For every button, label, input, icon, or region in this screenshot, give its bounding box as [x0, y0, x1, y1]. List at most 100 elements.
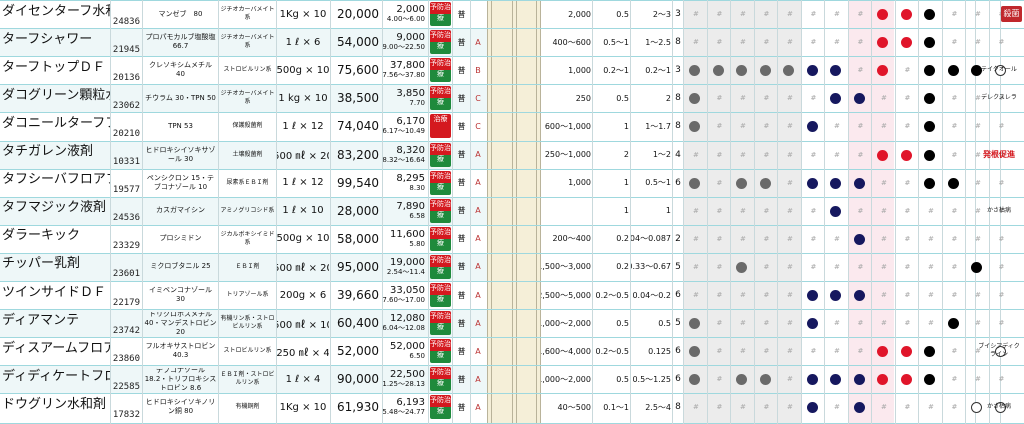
empty-mark: #	[928, 291, 934, 299]
active-ingredient: プロシミドン	[159, 234, 202, 243]
unit-price: 37,800 7.56～37.80	[383, 58, 425, 82]
empty-mark: #	[951, 234, 958, 243]
efficacy-dot-red	[900, 374, 912, 386]
empty-mark: #	[693, 10, 699, 18]
rac-code: A	[475, 178, 481, 188]
product-code: 20136	[112, 72, 140, 83]
unit-price-range: 6.17～10.49	[383, 127, 425, 136]
efficacy-dot-gray	[689, 177, 700, 189]
empty-mark: #	[975, 122, 981, 131]
empty-mark: #	[951, 122, 958, 131]
empty-mark: #	[787, 403, 793, 412]
unit-price-range: 7.56～37.80	[383, 71, 425, 80]
empty-mark: #	[998, 291, 1005, 299]
use-count: 5	[675, 261, 681, 272]
product-name: ダコグリーン顆粒水和剤	[2, 87, 110, 102]
active-ingredient: テブコナゾール 18.2・トリフロキシストロビン 8.6	[144, 368, 217, 391]
rac-code	[471, 6, 485, 22]
concentration: 0.5	[616, 374, 629, 384]
concentration: 0.2～0.5	[595, 346, 629, 356]
dilution: 0.5～1	[645, 178, 671, 188]
empty-mark: #	[975, 10, 981, 18]
unit-price: 3,850 7.70	[383, 86, 425, 110]
effect-badge: 予防治療	[430, 254, 451, 279]
product-code: 22179	[112, 297, 140, 308]
spray-amount: 600～1,000	[544, 121, 591, 131]
empty-mark: #	[716, 347, 723, 356]
empty-mark: #	[951, 291, 958, 299]
toxicity-class: 普	[457, 37, 466, 47]
product-code: 22585	[112, 381, 140, 392]
efficacy-dot-navy	[806, 290, 818, 301]
empty-mark: #	[787, 150, 793, 159]
product-name: タチガレン液剤	[2, 144, 94, 158]
dilution: 2.5～4	[645, 402, 671, 412]
unit-price: 2,000 4.00～6.00	[383, 2, 425, 26]
unit-price-range: 7.60～17.00	[383, 296, 425, 304]
package-size: 1 ℓ × 4	[285, 373, 321, 385]
empty-mark: #	[975, 234, 981, 243]
case-price: 95,000	[337, 259, 379, 274]
package-size: 1 ℓ × 10	[282, 205, 324, 217]
empty-mark: #	[740, 206, 746, 215]
case-price: 74,040	[337, 119, 379, 134]
unit-price-range: 8.30	[409, 183, 425, 192]
empty-mark: #	[763, 262, 770, 271]
toxicity-class: 普	[457, 9, 466, 19]
empty-mark: #	[881, 122, 887, 131]
product-code: 17832	[112, 409, 140, 420]
empty-mark: #	[763, 94, 770, 103]
empty-mark: #	[881, 178, 887, 187]
empty-mark: #	[716, 150, 723, 159]
concentration: 0.5	[616, 9, 629, 19]
empty-mark: #	[881, 262, 887, 271]
empty-mark: #	[693, 206, 699, 215]
dilution: 0.33～0.67	[631, 262, 671, 272]
empty-mark: #	[810, 234, 817, 243]
empty-mark: #	[998, 234, 1005, 243]
empty-mark: #	[763, 122, 770, 131]
package-size: 500g × 10	[277, 64, 329, 76]
spray-amount: 1,500～3,000	[541, 262, 591, 272]
product-name: ターフトップＤＦ	[2, 59, 106, 74]
package-size: 1 ℓ × 12	[282, 120, 324, 132]
empty-mark: #	[693, 234, 699, 243]
empty-mark: #	[716, 94, 723, 103]
empty-mark: #	[998, 38, 1005, 47]
rac-code: A	[475, 402, 481, 412]
rac-code: A	[475, 318, 481, 328]
product-name: チッパー乳剤	[2, 256, 81, 270]
unit-price: 12,080 6.04～12.08	[383, 311, 425, 335]
product-name: ダイセンターフ水和剤	[2, 3, 110, 18]
unit-price-value: 37,800	[390, 60, 425, 72]
efficacy-dot-black	[947, 65, 959, 77]
empty-mark: #	[975, 375, 981, 384]
product-name: ディディケートフロアブル	[2, 368, 110, 383]
empty-mark: #	[928, 262, 934, 271]
active-ingredient: ペンシクロン 15・テブコナゾール 10	[146, 173, 215, 191]
case-price: 60,400	[337, 316, 379, 331]
efficacy-dot-navy	[806, 65, 818, 77]
empty-mark: #	[740, 234, 746, 243]
empty-mark: #	[951, 375, 958, 384]
active-ingredient: トリクロホスメチル 40・マンデストロビン 20	[144, 312, 217, 335]
unit-price: 8,295 8.30	[383, 171, 425, 195]
unit-price-value: 3,850	[396, 88, 425, 100]
dilution: 0.5～1.25	[632, 374, 671, 384]
empty-mark: #	[740, 403, 746, 412]
efficacy-dot-navy	[806, 374, 818, 386]
chemical-group: ＥＢＩ剤	[235, 262, 260, 270]
use-count: 8	[675, 93, 681, 104]
efficacy-dot-red	[900, 9, 912, 20]
empty-mark: #	[904, 206, 911, 215]
spray-amount: 250～1,000	[544, 150, 591, 159]
active-ingredient: チウラム 30・TPN 50	[145, 93, 216, 102]
empty-mark: #	[857, 10, 864, 18]
empty-mark: #	[904, 262, 911, 271]
empty-mark: #	[881, 206, 887, 215]
spray-amount: 400～600	[552, 37, 591, 47]
empty-mark: #	[998, 122, 1005, 131]
active-ingredient: TPN 53	[168, 121, 193, 130]
toxicity-class: 普	[457, 346, 466, 356]
active-ingredient: クレソキシムメチル 40	[149, 61, 212, 79]
